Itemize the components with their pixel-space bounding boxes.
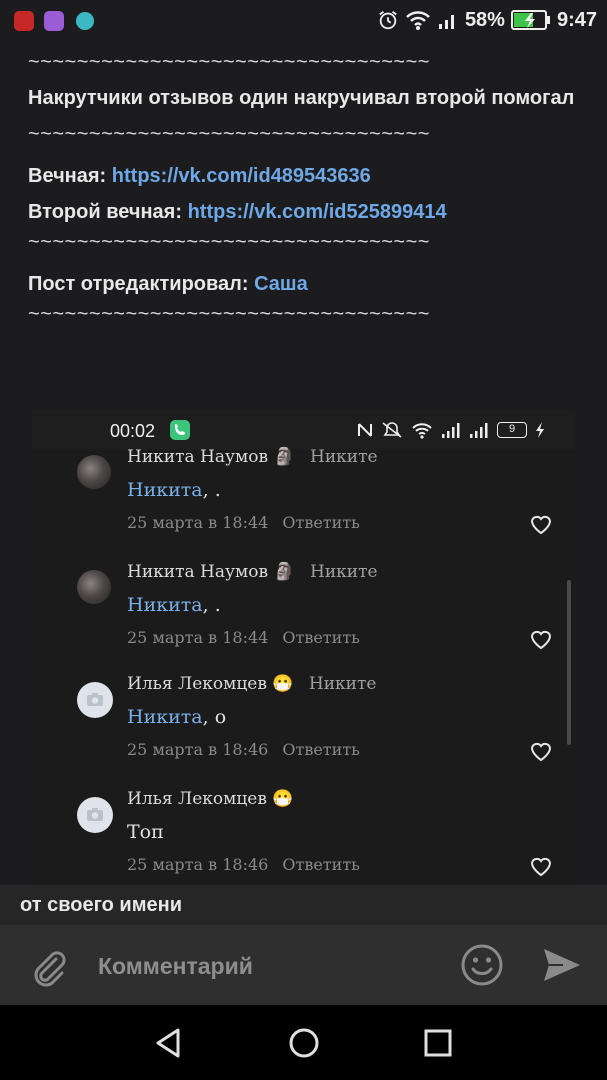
separator: ~~~~~~~~~~~~~~~~~~~~~~~~~~~~~~~~~	[28, 303, 430, 325]
mention-link[interactable]: Никита	[127, 594, 203, 616]
comment-text: Никита, .	[127, 479, 221, 501]
alarm-icon	[379, 11, 397, 30]
comment-date: 25 марта в 18:46	[127, 855, 269, 874]
reply-button[interactable]: Ответить	[282, 855, 360, 874]
comment-text: Никита, .	[127, 594, 221, 616]
profile-link[interactable]: https://vk.com/id525899414	[188, 201, 447, 223]
mention-link[interactable]: Никита	[127, 706, 203, 728]
like-heart-icon[interactable]	[529, 513, 553, 535]
separator: ~~~~~~~~~~~~~~~~~~~~~~~~~~~~~~~~~	[28, 231, 430, 253]
comment-body: Топ	[127, 821, 164, 843]
comment-header: Никита Наумов 🗿 Никите	[127, 447, 378, 467]
signal-icon	[442, 423, 460, 438]
battery-charging-icon	[510, 10, 550, 30]
screenshot-battery-level: 9	[508, 423, 516, 435]
post-as-label: от своего имени	[20, 894, 182, 916]
edited-label: Пост отредактировал:	[28, 273, 255, 295]
signal-icon	[438, 15, 454, 29]
avatar-placeholder[interactable]	[77, 797, 113, 833]
send-arrow-icon[interactable]	[540, 945, 584, 985]
comment-body: , .	[202, 479, 221, 501]
scrollbar[interactable]	[567, 580, 571, 745]
emoji-smile-icon[interactable]	[460, 943, 504, 987]
comment-header: Илья Лекомцев 😷 Никите	[127, 674, 376, 694]
reply-to[interactable]: Никите	[310, 447, 378, 467]
comment-header: Илья Лекомцев 😷	[127, 789, 293, 809]
phone-call-icon	[170, 420, 190, 440]
separator: ~~~~~~~~~~~~~~~~~~~~~~~~~~~~~~~~~	[28, 51, 430, 73]
separator: ~~~~~~~~~~~~~~~~~~~~~~~~~~~~~~~~~	[28, 123, 430, 145]
comment-body: , о	[202, 706, 227, 728]
comment-meta: 25 марта в 18:46 Ответить	[127, 855, 360, 874]
comment-author[interactable]: Никита Наумов	[127, 447, 268, 467]
editor-link[interactable]: Саша	[254, 273, 308, 295]
like-heart-icon[interactable]	[529, 855, 553, 877]
reply-button[interactable]: Ответить	[282, 740, 360, 759]
avatar[interactable]	[77, 455, 111, 489]
system-nav-bar	[0, 1005, 607, 1080]
author-emoji: 😷	[272, 789, 294, 809]
post-line-link1: Вечная: https://vk.com/id489543636	[28, 158, 588, 194]
comment-meta: 25 марта в 18:44 Ответить	[127, 628, 360, 647]
screenshot-status-bar: 00:02 9	[32, 410, 575, 450]
charging-icon	[536, 422, 544, 438]
avatar-placeholder[interactable]	[77, 682, 113, 718]
post-body: ~~~~~~~~~~~~~~~~~~~~~~~~~~~~~~~~~ Накрут…	[28, 44, 588, 332]
signal-icon	[470, 423, 488, 438]
comment-input[interactable]	[96, 949, 440, 983]
screenshot-battery-icon: 9	[497, 422, 527, 438]
screenshot-time: 00:02	[110, 421, 156, 441]
comment-date: 25 марта в 18:46	[127, 740, 269, 759]
home-circle-icon[interactable]	[284, 1023, 324, 1063]
like-heart-icon[interactable]	[529, 628, 553, 650]
wifi-icon	[406, 11, 430, 30]
mention-link[interactable]: Никита	[127, 479, 203, 501]
embedded-screenshot[interactable]: 00:02 9 Никита Наумов 🗿 Никите Никита, .	[32, 410, 575, 885]
link-label: Вечная:	[28, 165, 112, 187]
screenshot-status-icons: 9	[357, 421, 545, 439]
camera-icon	[87, 808, 103, 821]
author-emoji: 🗿	[273, 562, 295, 582]
gallery-notification-icon	[44, 11, 64, 31]
profile-link[interactable]: https://vk.com/id489543636	[112, 165, 371, 187]
reply-button[interactable]: Ответить	[282, 513, 360, 532]
comment-header: Никита Наумов 🗿 Никите	[127, 562, 378, 582]
author-emoji: 😷	[272, 674, 294, 694]
messenger-notification-icon	[76, 12, 94, 30]
status-right: 58% 9:47	[377, 8, 597, 32]
comment-meta: 25 марта в 18:46 Ответить	[127, 740, 360, 759]
back-triangle-icon[interactable]	[150, 1023, 190, 1063]
comment-date: 25 марта в 18:44	[127, 513, 269, 532]
comment-text: Никита, о	[127, 706, 226, 728]
reply-to[interactable]: Никите	[309, 674, 377, 694]
app-notification-icon	[14, 11, 34, 31]
clock: 9:47	[556, 8, 597, 31]
comment-author[interactable]: Илья Лекомцев	[127, 789, 267, 809]
comment-author[interactable]: Илья Лекомцев	[127, 674, 267, 694]
status-bar: 58% 9:47	[0, 0, 607, 40]
like-heart-icon[interactable]	[529, 740, 553, 762]
author-emoji: 🗿	[273, 447, 295, 467]
comment-date: 25 марта в 18:44	[127, 628, 269, 647]
reply-to[interactable]: Никите	[310, 562, 378, 582]
camera-icon	[87, 693, 103, 706]
comment-body: , .	[202, 594, 221, 616]
recents-square-icon[interactable]	[418, 1023, 458, 1063]
post-line: Накрутчики отзывов один накручивал второ…	[28, 87, 575, 109]
comment-composer	[0, 925, 607, 1005]
link-label: Второй вечная:	[28, 201, 188, 223]
nfc-icon	[358, 423, 372, 437]
mute-icon	[382, 422, 402, 438]
wifi-icon	[412, 423, 432, 439]
attach-paperclip-icon[interactable]	[28, 947, 68, 987]
reply-button[interactable]: Ответить	[282, 628, 360, 647]
avatar[interactable]	[77, 570, 111, 604]
post-as-caption[interactable]: от своего имени	[0, 885, 607, 925]
comment-meta: 25 марта в 18:44 Ответить	[127, 513, 360, 532]
comment-author[interactable]: Никита Наумов	[127, 562, 268, 582]
battery-percent: 58%	[464, 8, 505, 31]
comment-text: Топ	[127, 821, 164, 843]
